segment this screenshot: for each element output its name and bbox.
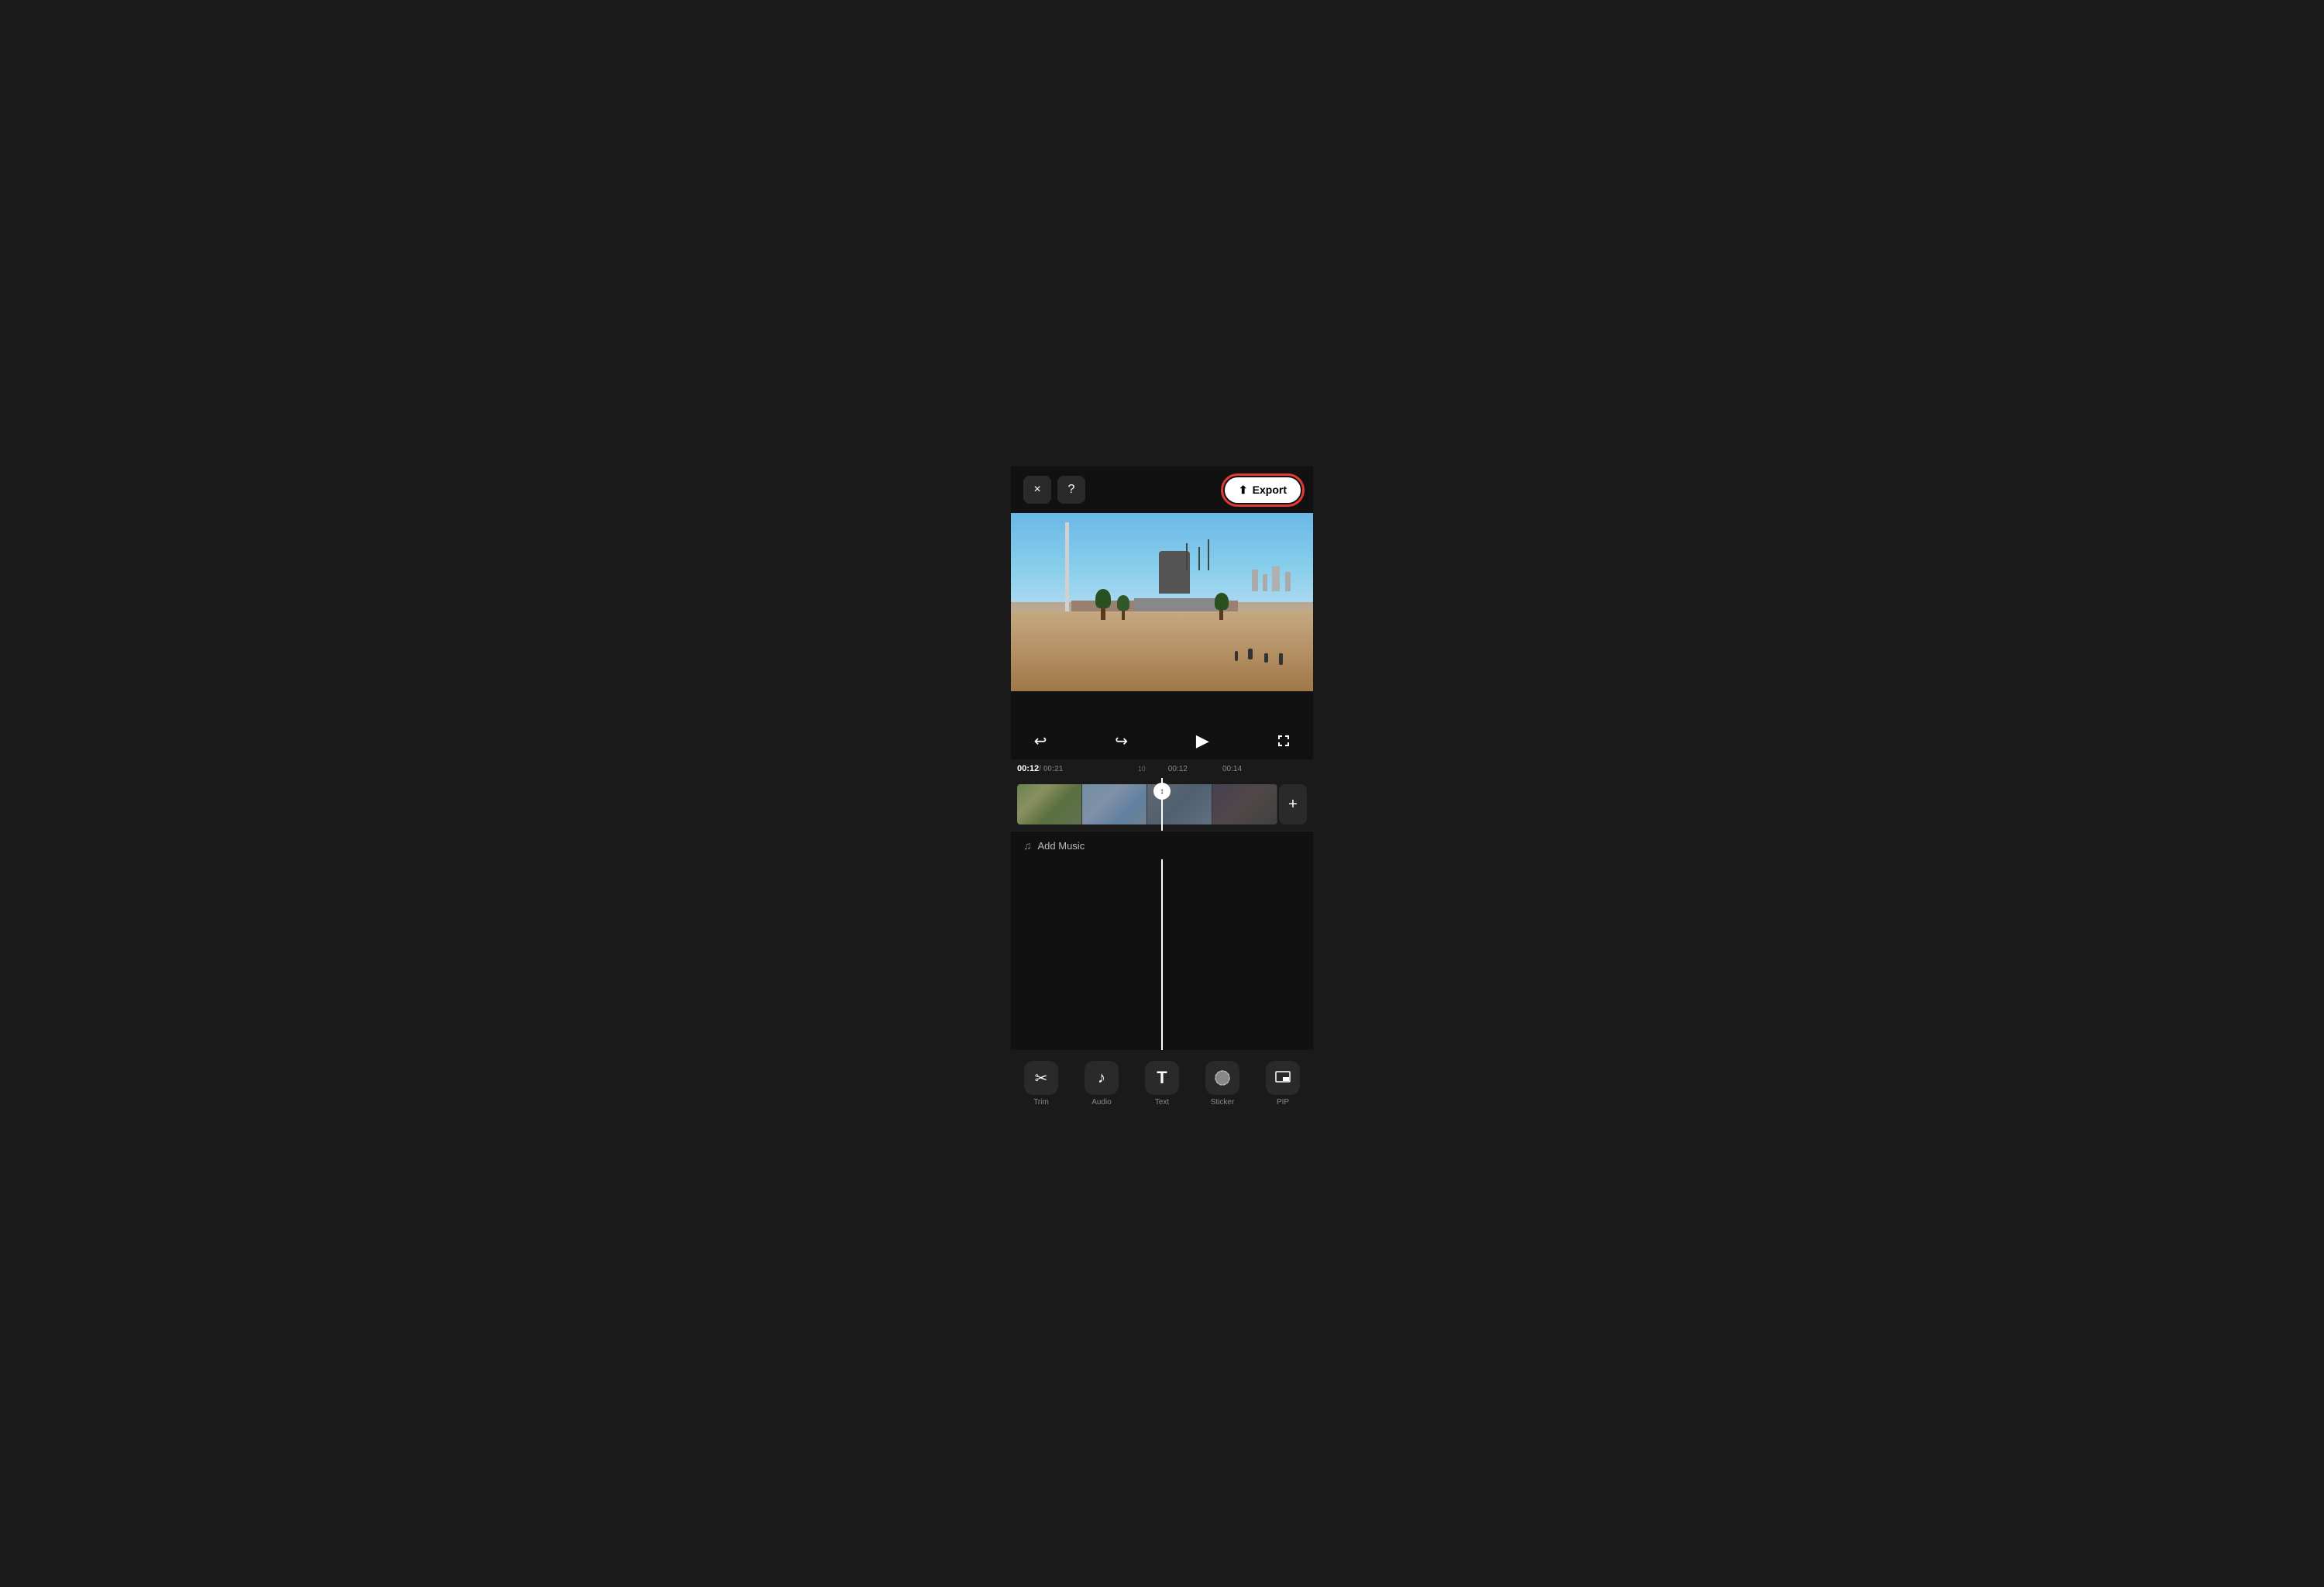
toolbar-item-audio[interactable]: ♪ Audio (1071, 1056, 1132, 1111)
upload-icon: ⬆ (1239, 484, 1248, 497)
audio-icon-wrap: ♪ (1085, 1061, 1119, 1095)
pip-icon (1274, 1069, 1291, 1086)
sticker-icon (1214, 1069, 1231, 1086)
audio-label: Audio (1092, 1098, 1112, 1107)
person-2 (1264, 653, 1268, 663)
playhead-handle[interactable]: ↕ (1153, 783, 1171, 800)
playhead-icon: ↕ (1160, 787, 1164, 796)
help-button[interactable]: ? (1057, 476, 1085, 504)
export-button[interactable]: ⬆ Export (1225, 477, 1301, 503)
video-black-bar (1011, 691, 1313, 722)
person-1 (1248, 649, 1253, 659)
person-3 (1235, 651, 1238, 661)
playback-controls: ↩ ↪ ▶ (1011, 722, 1313, 759)
toolbar-item-trim[interactable]: ✂ Trim (1011, 1056, 1071, 1111)
redo-button[interactable]: ↪ (1108, 727, 1136, 755)
text-icon: T (1157, 1068, 1167, 1088)
marker-10: 10 (1138, 765, 1146, 773)
current-time: 00:12 (1017, 764, 1039, 773)
audio-note-icon: ♪ (1098, 1069, 1105, 1087)
header: × ? ⬆ Export (1011, 466, 1313, 513)
statue-figure (1159, 551, 1190, 594)
add-clip-button[interactable]: + (1279, 784, 1307, 824)
trim-label: Trim (1033, 1098, 1049, 1107)
strip-segment-4 (1212, 784, 1277, 824)
export-label: Export (1253, 484, 1287, 496)
video-preview (1011, 513, 1313, 691)
toolbar-item-sticker[interactable]: Sticker (1192, 1056, 1253, 1111)
close-button[interactable]: × (1023, 476, 1051, 504)
video-strip (1017, 784, 1277, 824)
add-music-row[interactable]: ♫ Add Music (1011, 831, 1313, 859)
trim-icon-wrap: ✂ (1024, 1061, 1058, 1095)
timeline-ruler: 00:12/ 00:21 10 00:12 00:14 (1011, 759, 1313, 778)
sticker-label: Sticker (1211, 1098, 1235, 1107)
pip-label: PIP (1277, 1098, 1289, 1107)
spear-3 (1208, 539, 1209, 570)
ground (1011, 611, 1313, 692)
undo-button[interactable]: ↩ (1026, 727, 1054, 755)
header-left: × ? (1023, 476, 1085, 504)
text-icon-wrap: T (1145, 1061, 1179, 1095)
music-note-icon: ♫ (1023, 839, 1032, 852)
toolbar-item-pip[interactable]: PIP (1253, 1056, 1313, 1111)
app-container: × ? ⬆ Export (1011, 466, 1313, 1121)
current-time-display: 00:12/ 00:21 (1017, 764, 1063, 773)
timeline-track[interactable]: ↕ + (1011, 778, 1313, 831)
spear-2 (1198, 547, 1200, 570)
pip-icon-wrap (1266, 1061, 1300, 1095)
fullscreen-button[interactable] (1270, 727, 1298, 755)
timeline-vertical-line (1161, 859, 1163, 1050)
tree-center-left (1117, 595, 1129, 620)
fullscreen-icon (1276, 733, 1291, 749)
buildings (1252, 566, 1298, 597)
play-button[interactable]: ▶ (1188, 727, 1216, 755)
video-frame (1011, 513, 1313, 691)
strip-segment-2 (1082, 784, 1147, 824)
bottom-toolbar: ✂ Trim ♪ Audio T Text Sticker (1011, 1050, 1313, 1121)
spear-1 (1186, 543, 1188, 570)
strip-segment-1 (1017, 784, 1082, 824)
text-label: Text (1155, 1098, 1169, 1107)
add-music-label: Add Music (1038, 840, 1085, 852)
toolbar-item-text[interactable]: T Text (1132, 1056, 1192, 1111)
tree-left (1095, 589, 1111, 620)
sticker-icon-wrap (1205, 1061, 1239, 1095)
tree-right (1215, 593, 1229, 620)
timeline-line-area (1011, 859, 1313, 1050)
total-time: / 00:21 (1039, 765, 1063, 773)
scissors-icon: ✂ (1035, 1069, 1048, 1088)
marker-12: 00:12 (1168, 765, 1188, 773)
person-4 (1279, 653, 1283, 665)
marker-14: 00:14 (1222, 765, 1242, 773)
